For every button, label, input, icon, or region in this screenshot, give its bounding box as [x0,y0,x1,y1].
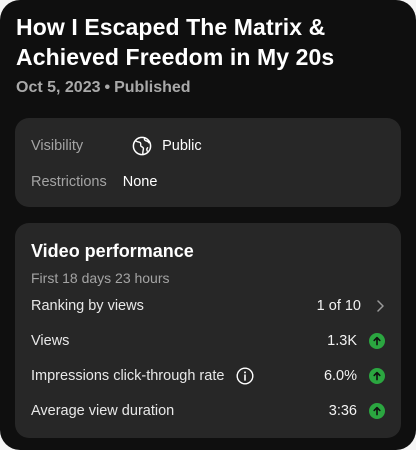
metric-label: Impressions click-through rate [31,368,225,384]
ranking-label: Ranking by views [31,298,144,314]
metric-value: 1.3K [327,333,357,349]
publish-date: Oct 5, 2023 [16,79,101,96]
globe-icon [132,136,152,156]
video-details-panel: How I Escaped The Matrix & Achieved Free… [0,0,416,450]
ranking-value: 1 of 10 [316,298,361,314]
chevron-right-icon[interactable] [375,299,385,313]
metric-row-ctr[interactable]: Impressions click-through rate 6.0% [31,364,385,388]
metric-label: Average view duration [31,403,175,419]
metric-label: Views [31,333,70,349]
video-meta: Oct 5, 2023 • Published [16,79,191,97]
trend-up-icon [369,333,385,349]
trend-up-icon [369,403,385,419]
meta-separator: • [104,79,111,96]
visibility-value: Public [162,138,202,154]
video-performance-card: Video performance First 18 days 23 hours… [15,223,401,438]
restrictions-label: Restrictions [31,174,107,190]
metric-row-views[interactable]: Views 1.3K [31,329,385,353]
restrictions-row[interactable]: Restrictions None [31,170,385,194]
metric-row-avg-duration[interactable]: Average view duration 3:36 [31,399,385,423]
restrictions-value: None [122,174,158,190]
visibility-label: Visibility [31,138,84,154]
publish-status: Published [114,79,191,96]
metric-value: 3:36 [328,403,357,419]
performance-title: Video performance [31,241,194,261]
visibility-row[interactable]: Visibility Public [31,134,385,158]
video-title: How I Escaped The Matrix & Achieved Free… [16,14,335,70]
metric-value: 6.0% [323,368,357,384]
visibility-card[interactable]: Visibility Public Restrictions None [15,118,401,207]
ranking-row[interactable]: Ranking by views 1 of 10 [31,294,385,318]
trend-up-icon [369,368,385,384]
info-icon[interactable] [236,367,254,385]
performance-subtitle: First 18 days 23 hours [31,270,170,286]
